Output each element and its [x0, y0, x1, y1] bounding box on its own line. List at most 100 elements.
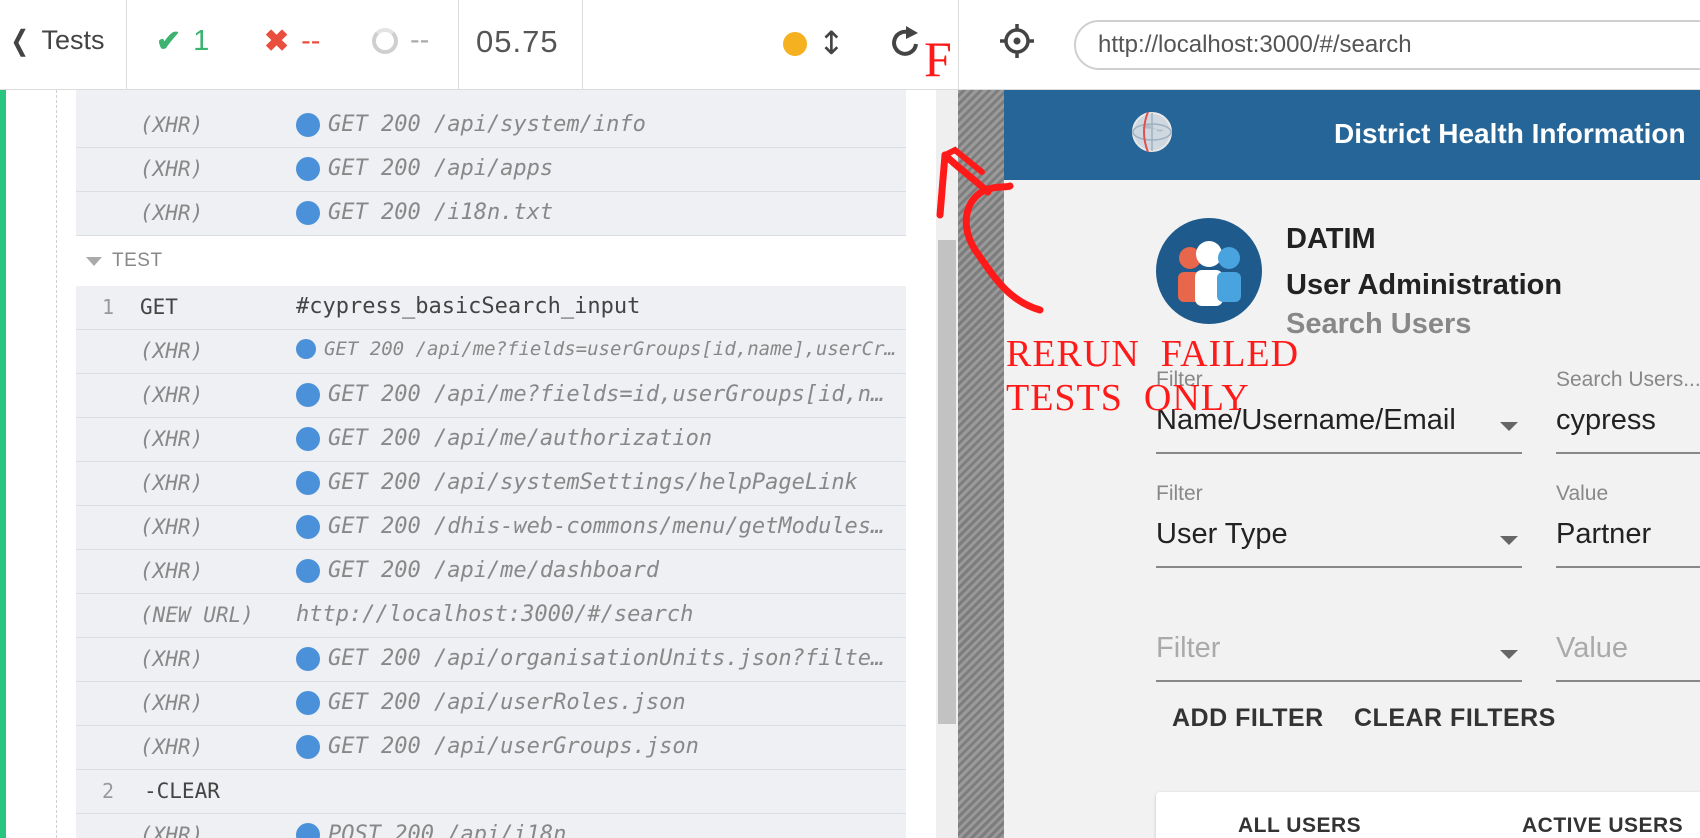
command-message-text: GET 200 /api/me?fields=id,userGroups[id,… [328, 382, 896, 407]
divider [458, 0, 459, 90]
app-header-title: District Health Information [1334, 118, 1686, 149]
value-3-input[interactable]: Value [1556, 632, 1628, 665]
globe-logo-icon[interactable] [1130, 110, 1174, 158]
command-number: 2 [102, 779, 115, 803]
orange-dot-icon [783, 32, 807, 56]
command-message-text: #cypress_basicSearch_input [296, 294, 641, 319]
command-row[interactable]: (XHR) GET 200 /i18n.txt [76, 192, 906, 236]
command-message-text: GET 200 /api/apps [328, 156, 554, 181]
app-header: District Health Information [1004, 90, 1700, 180]
crosshair-icon[interactable] [1000, 24, 1034, 62]
command-row[interactable]: (XHR) GET 200 /api/apps [76, 148, 906, 192]
app-preview: District Health Information DATIM User A… [958, 90, 1700, 838]
chevron-down-icon [1500, 650, 1518, 659]
command-message-text: GET 200 /api/me/authorization [328, 426, 713, 451]
command-name: GET [140, 295, 178, 319]
app-frame: District Health Information DATIM User A… [1004, 90, 1700, 838]
check-icon: ✔ [156, 25, 182, 58]
value-1-label: Search Users... [1556, 368, 1700, 391]
command-log: (XHR) GET 200 /api/system/info (XHR) GET 20… [0, 90, 958, 838]
divider [126, 0, 127, 90]
failed-count[interactable]: ✖ -- [264, 24, 320, 59]
divider [958, 0, 959, 90]
tab-all-users[interactable]: ALL USERS [1238, 814, 1361, 838]
command-message: http://localhost:3000/#/search [296, 602, 896, 627]
command-name: (XHR) [140, 647, 204, 671]
command-row[interactable]: (NEW URL) http://localhost:3000/#/search [76, 594, 906, 638]
value-2-input[interactable]: Partner [1556, 518, 1651, 551]
xhr-status-dot-icon [296, 734, 320, 759]
filter-3-underline [1156, 680, 1522, 682]
nesting-line [56, 90, 57, 838]
command-name: (XHR) [140, 113, 204, 137]
value-1-input[interactable]: cypress [1556, 404, 1656, 437]
scrollbar-thumb[interactable] [938, 240, 956, 724]
command-message: GET 200 /api/apps [296, 156, 896, 181]
command-row[interactable]: (XHR) GET 200 /api/userGroups.json [76, 726, 906, 770]
tests-back-link[interactable]: ❮ Tests [8, 24, 105, 57]
command-row[interactable]: 2 -CLEAR [76, 770, 906, 814]
command-row[interactable]: (XHR) GET 200 /api/userRoles.json [76, 682, 906, 726]
xhr-status-dot-icon [296, 382, 320, 407]
users-logo-icon [1156, 218, 1262, 324]
xhr-status-dot-icon [296, 156, 320, 181]
annotation-letter: F [924, 31, 952, 87]
command-name: (XHR) [140, 427, 204, 451]
filter-1-underline [1156, 452, 1522, 454]
command-row[interactable]: (XHR) GET 200 /api/system/info [76, 104, 906, 148]
add-filter-button[interactable]: ADD FILTER [1172, 704, 1324, 733]
passed-indicator-strip [0, 90, 6, 838]
command-message-text: GET 200 /api/system/info [328, 112, 646, 137]
xhr-status-dot-icon [296, 426, 320, 451]
command-message-text: POST 200 /api/i18n [328, 822, 567, 838]
vertical-arrows-icon[interactable]: ↕ [818, 24, 845, 62]
command-name: -CLEAR [144, 779, 220, 803]
command-row[interactable]: (XHR) GET 200 /api/me?fields=id,userGroup… [76, 374, 906, 418]
filter-2-label: Filter [1156, 482, 1203, 505]
command-row[interactable]: (XHR) POST 200 /api/i18n [76, 814, 906, 838]
spinner-icon [372, 27, 398, 54]
divider [582, 0, 583, 90]
command-row[interactable]: (XHR) GET 200 /api/systemSettings/helpPag… [76, 462, 906, 506]
command-row[interactable]: (XHR) GET 200 /dhis-web-commons/menu/getM… [76, 506, 906, 550]
xhr-status-dot-icon [296, 514, 320, 539]
command-row[interactable]: (XHR) GET 200 /api/me?fields=userGroups[i… [76, 330, 906, 374]
command-name: (XHR) [140, 471, 204, 495]
filter-3-select[interactable]: Filter [1156, 632, 1220, 665]
command-row[interactable]: (XHR) GET 200 /api/me/authorization [76, 418, 906, 462]
command-message: GET 200 /api/me/authorization [296, 426, 896, 451]
command-message: #cypress_basicSearch_input [296, 294, 896, 319]
command-row[interactable]: 1 GET #cypress_basicSearch_input [76, 286, 906, 330]
passed-count[interactable]: ✔ 1 [156, 24, 209, 59]
command-message-text: GET 200 /dhis-web-commons/menu/getModule… [328, 514, 896, 539]
pending-count[interactable]: -- [372, 24, 429, 57]
tab-active-users[interactable]: ACTIVE USERS [1522, 814, 1683, 838]
url-input[interactable]: http://localhost:3000/#/search [1074, 20, 1700, 70]
xhr-status-dot-icon [296, 112, 320, 137]
command-message: GET 200 /api/me?fields=userGroups[id,nam… [296, 338, 896, 360]
failed-value: -- [301, 25, 321, 57]
command-row[interactable]: (XHR) GET 200 /api/me/dashboard [76, 550, 906, 594]
xhr-status-dot-icon [296, 470, 320, 495]
brand-line-2: User Administration [1286, 269, 1563, 301]
command-message: GET 200 /api/userGroups.json [296, 734, 896, 759]
reload-icon[interactable] [888, 22, 924, 66]
command-row[interactable]: (XHR) GET 200 /api/organisationUnits.json… [76, 638, 906, 682]
command-message: POST 200 /api/i18n [296, 822, 896, 838]
command-name: (XHR) [140, 383, 204, 407]
command-message: GET 200 /api/systemSettings/helpPageLink [296, 470, 896, 495]
clear-filters-button[interactable]: CLEAR FILTERS [1354, 704, 1556, 733]
brand-line-1: DATIM [1286, 223, 1376, 255]
tests-label: Tests [41, 25, 105, 55]
filter-2-select[interactable]: User Type [1156, 518, 1288, 551]
command-message: GET 200 /dhis-web-commons/menu/getModule… [296, 514, 896, 539]
command-message-text: http://localhost:3000/#/search [296, 602, 694, 627]
command-message: GET 200 /api/organisationUnits.json?filt… [296, 646, 896, 671]
caret-down-icon [86, 256, 102, 266]
command-message-text: GET 200 /api/systemSettings/helpPageLink [328, 470, 858, 495]
value-2-underline [1556, 566, 1700, 568]
chevron-down-icon [1500, 536, 1518, 545]
test-section-header[interactable]: TEST [86, 250, 163, 272]
command-name: (NEW URL) [140, 603, 254, 627]
page-subtitle: Search Users [1286, 308, 1472, 340]
